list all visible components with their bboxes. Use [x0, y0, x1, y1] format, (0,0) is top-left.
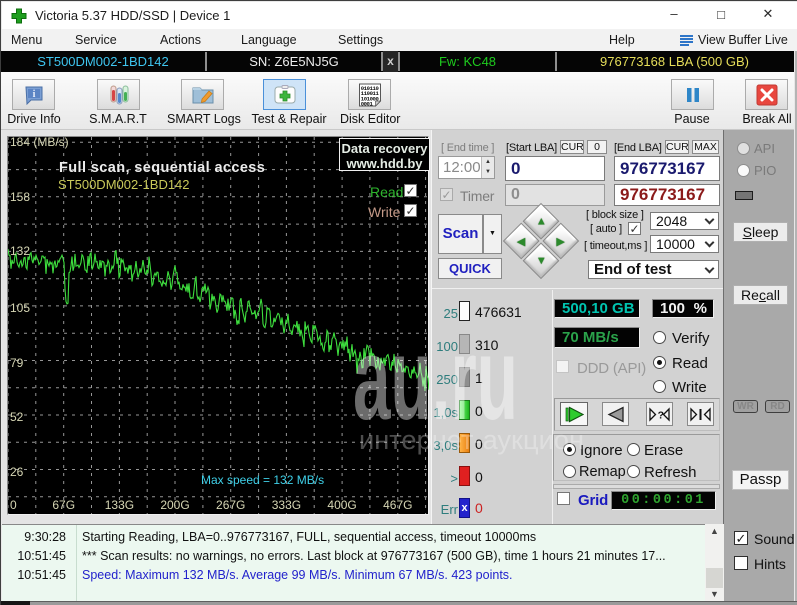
svg-text:105: 105: [10, 301, 30, 315]
svg-text:67G: 67G: [52, 498, 75, 512]
svg-text:0: 0: [10, 498, 17, 512]
svg-text:?: ?: [658, 410, 664, 422]
svg-text:79: 79: [10, 356, 24, 370]
svg-text:467G: 467G: [383, 498, 412, 512]
svg-text:52: 52: [10, 410, 24, 424]
svg-text:26: 26: [10, 465, 24, 479]
svg-text:0001: 0001: [360, 100, 373, 107]
svg-text:133G: 133G: [105, 498, 134, 512]
svg-text:200G: 200G: [160, 498, 189, 512]
svg-text:400G: 400G: [327, 498, 356, 512]
svg-text:333G: 333G: [272, 498, 301, 512]
svg-text:i: i: [32, 89, 35, 100]
svg-text:267G: 267G: [216, 498, 245, 512]
svg-text:158: 158: [10, 190, 30, 204]
svg-text:132: 132: [10, 244, 30, 258]
svg-text:184 (MB/s): 184 (MB/s): [10, 137, 69, 149]
